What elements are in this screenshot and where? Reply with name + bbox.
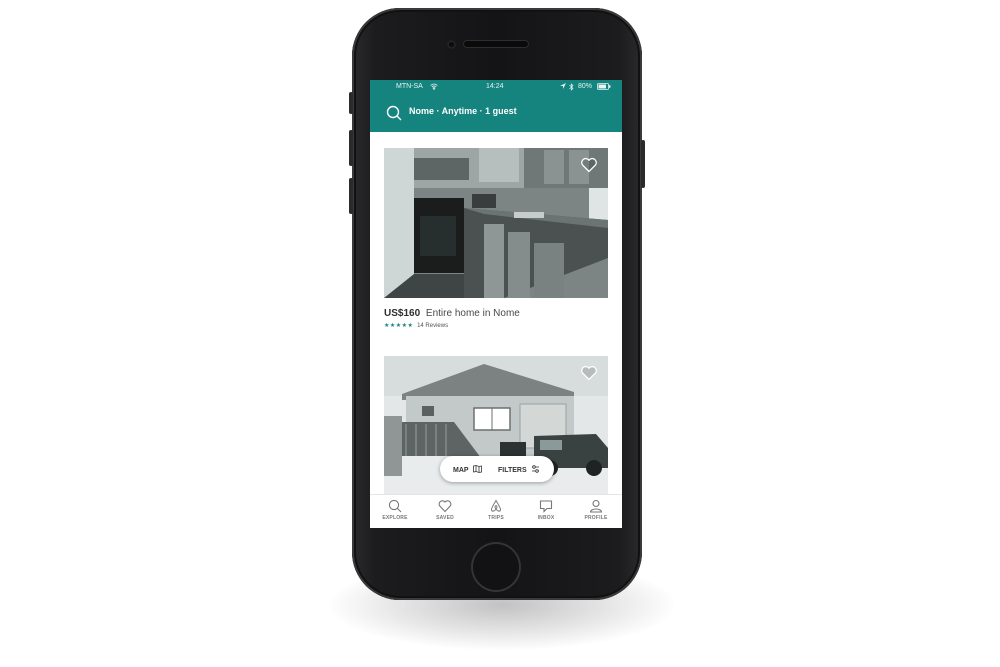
airbnb-logo-icon [471, 499, 521, 513]
bluetooth-icon [569, 83, 574, 93]
save-heart-icon[interactable] [580, 156, 598, 174]
front-camera [447, 40, 456, 49]
listing-feed[interactable]: US$160 Entire home in Nome ★★★★★ 14 Revi… [370, 132, 622, 494]
tab-profile-label: PROFILE [584, 515, 608, 521]
bottom-tab-bar: EXPLORE SAVED TRIPS INBOX PROFILE [370, 494, 622, 528]
review-count: 14 Reviews [417, 323, 449, 329]
earpiece-speaker [463, 40, 529, 48]
volume-up-button [349, 130, 353, 166]
tab-profile[interactable]: PROFILE [571, 499, 621, 521]
tab-explore[interactable]: EXPLORE [370, 499, 420, 521]
chat-bubble-icon [521, 499, 571, 513]
filters-icon [531, 465, 540, 475]
listing-photo-kitchen[interactable] [384, 148, 608, 298]
carrier-label: MTN-SA [396, 83, 423, 90]
map-button-label: MAP [453, 466, 469, 474]
tab-saved-label: SAVED [436, 515, 454, 521]
status-bar: MTN-SA 14:24 80% [370, 80, 622, 94]
tab-inbox-label: INBOX [537, 515, 555, 521]
search-icon [386, 105, 402, 121]
save-heart-icon-2[interactable] [580, 364, 598, 382]
tab-inbox[interactable]: INBOX [521, 499, 571, 521]
power-button [641, 140, 645, 188]
listing-rating: ★★★★★ 14 Reviews [384, 322, 448, 329]
mute-switch [349, 92, 353, 114]
map-icon [472, 465, 482, 475]
app-screen: MTN-SA 14:24 80% Nome · Anytime · 1 gues… [370, 80, 622, 528]
filters-button-label: FILTERS [498, 466, 527, 474]
battery-icon [597, 83, 611, 92]
listing-price: US$160 [384, 308, 421, 319]
clock: 14:24 [486, 83, 504, 90]
wifi-icon [430, 83, 438, 92]
search-bar[interactable]: Nome · Anytime · 1 guest [370, 94, 622, 132]
map-filters-bar: MAP FILTERS [440, 456, 554, 482]
home-button[interactable] [471, 542, 521, 592]
search-summary[interactable]: Nome · Anytime · 1 guest [409, 106, 517, 116]
tab-trips-label: TRIPS [488, 515, 504, 521]
person-icon [571, 499, 621, 513]
rating-stars: ★★★★★ [384, 323, 414, 329]
tab-trips[interactable]: TRIPS [471, 499, 521, 521]
listing-title-line[interactable]: US$160 Entire home in Nome [384, 308, 520, 319]
tab-explore-label: EXPLORE [382, 515, 408, 521]
filters-button[interactable]: FILTERS [498, 465, 540, 475]
listing-title: Entire home in Nome [425, 308, 520, 319]
location-icon [560, 83, 566, 92]
tab-saved[interactable]: SAVED [420, 499, 470, 521]
search-icon [370, 499, 420, 513]
volume-down-button [349, 178, 353, 214]
battery-percent: 80% [578, 83, 593, 90]
heart-icon [420, 499, 470, 513]
map-button[interactable]: MAP [453, 465, 482, 475]
